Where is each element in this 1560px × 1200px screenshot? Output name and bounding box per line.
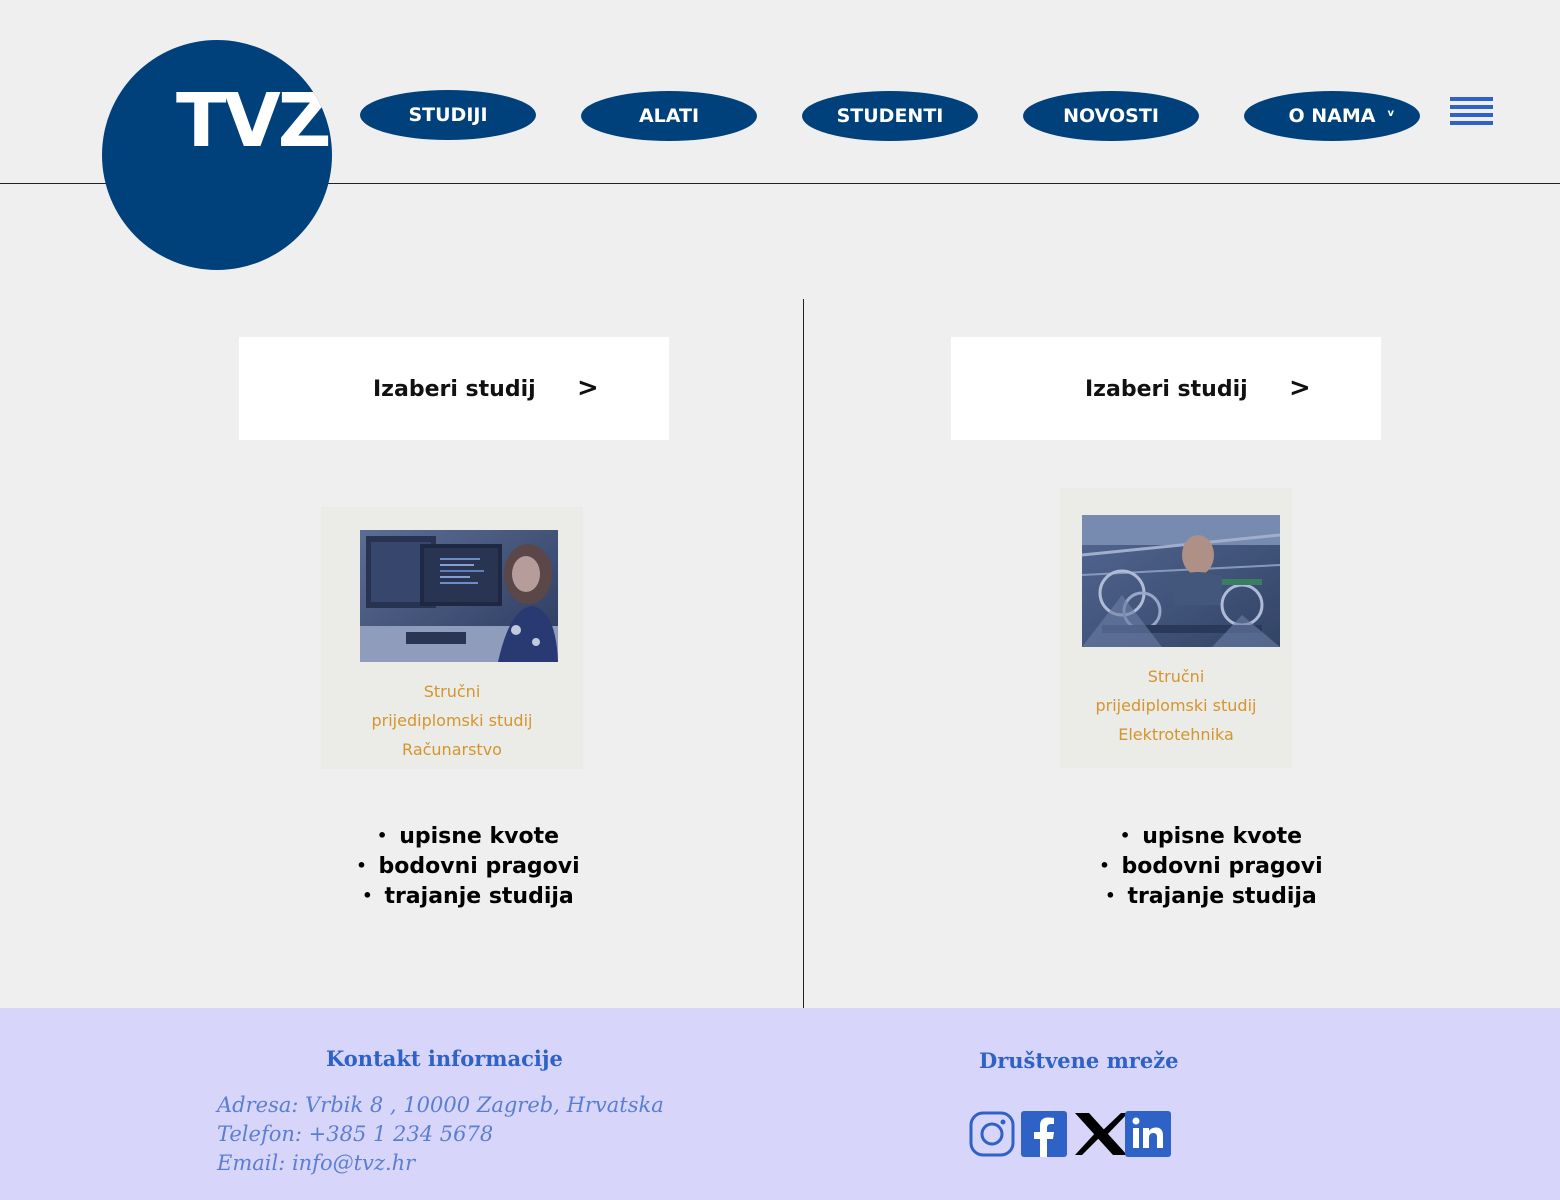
list-item[interactable]: upisne kvote bbox=[268, 821, 668, 851]
select-study-button-left[interactable]: Izaberi studij > bbox=[239, 337, 669, 440]
list-item[interactable]: trajanje studija bbox=[268, 881, 668, 911]
facebook-icon[interactable] bbox=[1021, 1111, 1067, 1157]
instagram-icon[interactable] bbox=[969, 1111, 1015, 1157]
study-card-racunarstvo[interactable]: Stručni prijediplomski studij Računarstv… bbox=[321, 507, 583, 769]
nav-o-nama-dropdown[interactable]: O NAMA v bbox=[1244, 91, 1420, 141]
contact-title: Kontakt informacije bbox=[326, 1046, 563, 1071]
nav-alati[interactable]: ALATI bbox=[581, 91, 757, 141]
caption-line: prijediplomski studij bbox=[371, 711, 533, 730]
logo-text: TVZ bbox=[176, 78, 331, 164]
nav-novosti[interactable]: NOVOSTI bbox=[1023, 91, 1199, 141]
list-item[interactable]: bodovni pragovi bbox=[268, 851, 668, 881]
list-item[interactable]: bodovni pragovi bbox=[1011, 851, 1411, 881]
select-study-button-right[interactable]: Izaberi studij > bbox=[951, 337, 1381, 440]
column-divider bbox=[803, 299, 804, 1008]
nav-studiji[interactable]: STUDIJI bbox=[360, 90, 536, 140]
nav-o-nama-label: O NAMA bbox=[1288, 105, 1376, 127]
nav-novosti-label: NOVOSTI bbox=[1063, 105, 1159, 127]
study-card-caption: Stručni prijediplomski studij Računarstv… bbox=[321, 677, 583, 764]
social-links bbox=[969, 1111, 1171, 1157]
chevron-down-icon: v bbox=[1387, 108, 1394, 119]
contact-phone[interactable]: Telefon: +385 1 234 5678 bbox=[217, 1120, 664, 1149]
select-study-label: Izaberi studij bbox=[373, 377, 536, 402]
contact-address: Adresa: Vrbik 8 , 10000 Zagreb, Hrvatska bbox=[217, 1093, 664, 1117]
study-card-caption: Stručni prijediplomski studij Elektroteh… bbox=[1060, 662, 1292, 749]
study-info-list-left: upisne kvote bodovni pragovi trajanje st… bbox=[268, 821, 668, 911]
contact-email[interactable]: Email: info@tvz.hr bbox=[217, 1149, 664, 1178]
caption-line: Stručni bbox=[1147, 667, 1205, 686]
study-photo-racunarstvo bbox=[360, 530, 558, 662]
study-card-elektrotehnika[interactable]: Stručni prijediplomski studij Elektroteh… bbox=[1060, 488, 1292, 768]
list-item[interactable]: upisne kvote bbox=[1011, 821, 1411, 851]
list-item[interactable]: trajanje studija bbox=[1011, 881, 1411, 911]
linkedin-icon[interactable] bbox=[1125, 1111, 1171, 1157]
nav-alati-label: ALATI bbox=[638, 105, 700, 127]
nav-studenti[interactable]: STUDENTI bbox=[802, 91, 978, 141]
nav-studiji-label: STUDIJI bbox=[408, 104, 488, 126]
site-footer: Kontakt informacije Adresa: Vrbik 8 , 10… bbox=[0, 1008, 1560, 1200]
hamburger-icon[interactable] bbox=[1450, 97, 1493, 134]
x-icon[interactable] bbox=[1073, 1111, 1128, 1157]
contact-info: Adresa: Vrbik 8 , 10000 Zagreb, Hrvatska… bbox=[217, 1091, 664, 1178]
select-study-label: Izaberi studij bbox=[1085, 377, 1248, 402]
caption-line: Stručni bbox=[423, 682, 481, 701]
chevron-right-icon: > bbox=[577, 373, 599, 403]
caption-line: Elektrotehnika bbox=[1118, 725, 1234, 744]
nav-studenti-label: STUDENTI bbox=[836, 105, 944, 127]
social-title: Društvene mreže bbox=[979, 1048, 1179, 1073]
chevron-right-icon: > bbox=[1289, 373, 1311, 403]
study-photo-elektrotehnika bbox=[1082, 515, 1280, 647]
caption-line: prijediplomski studij bbox=[1095, 696, 1257, 715]
tvz-logo[interactable]: TVZ bbox=[102, 40, 332, 270]
caption-line: Računarstvo bbox=[402, 740, 502, 759]
study-info-list-right: upisne kvote bodovni pragovi trajanje st… bbox=[1011, 821, 1411, 911]
